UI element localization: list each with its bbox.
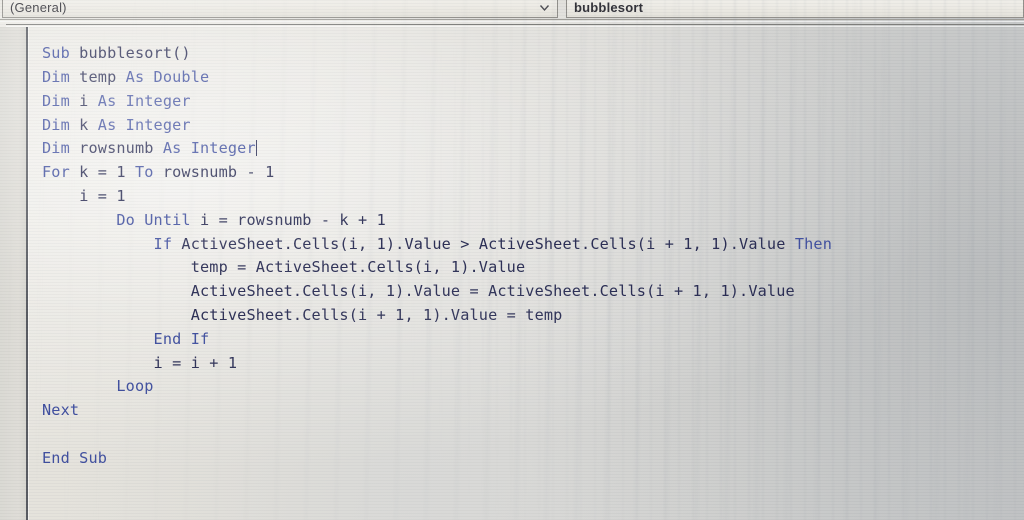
object-dropdown-value: (General) <box>10 0 67 15</box>
code-text: rowsnumb <box>69 139 163 158</box>
code-keyword: Loop <box>116 377 154 396</box>
code-keyword: Next <box>42 401 80 420</box>
code-line[interactable]: ActiveSheet.Cells(i, 1).Value = ActiveSh… <box>42 280 1022 304</box>
code-pane[interactable]: Sub bubblesort() Dim temp As Double Dim i … <box>0 23 1024 520</box>
code-keyword: Then <box>794 234 832 253</box>
code-text: i = 1 <box>79 186 126 205</box>
code-text: k = 1 <box>69 163 135 182</box>
code-line[interactable]: End If <box>42 328 1022 352</box>
code-keyword: Integer <box>125 115 191 134</box>
toolbar-divider-highlight <box>0 21 1024 22</box>
code-keyword: Sub <box>42 44 70 63</box>
code-keyword: End Sub <box>42 448 108 467</box>
code-line[interactable]: End Sub <box>42 447 1022 471</box>
breakpoint-margin[interactable] <box>0 27 26 520</box>
vba-editor-screenshot: (General) bubblesort Sub bubblesort() Dim… <box>0 0 1024 520</box>
code-text: bubblesort() <box>69 44 191 63</box>
code-line[interactable] <box>42 423 1022 447</box>
code-text: temp <box>69 67 126 86</box>
code-line[interactable]: i = 1 <box>42 185 1022 209</box>
procedure-dropdown-value: bubblesort <box>574 0 644 15</box>
code-line[interactable]: ActiveSheet.Cells(i + 1, 1).Value = temp <box>42 304 1022 328</box>
procedure-dropdown[interactable]: bubblesort <box>566 0 1024 18</box>
code-text: ActiveSheet.Cells(i + 1, 1).Value = temp <box>190 305 563 324</box>
chevron-down-icon[interactable] <box>538 1 551 14</box>
code-keyword: As <box>125 67 145 86</box>
code-line[interactable]: Dim temp As Double <box>42 66 1022 90</box>
code-keyword: Double <box>153 67 210 86</box>
code-line[interactable]: Dim i As Integer <box>42 90 1022 114</box>
code-text: ActiveSheet.Cells(i, 1).Value > ActiveSh… <box>172 234 795 253</box>
toolbar-divider <box>0 19 1024 20</box>
code-text: k <box>69 115 98 134</box>
code-pane-top-border <box>6 24 1024 25</box>
code-keyword: End If <box>153 329 210 348</box>
code-line[interactable]: Sub bubblesort() <box>42 42 1022 66</box>
code-keyword: Dim <box>42 67 70 86</box>
code-keyword: As <box>97 115 117 134</box>
code-line[interactable]: Next <box>42 399 1022 423</box>
code-keyword: Dim <box>42 91 70 110</box>
code-line[interactable]: If ActiveSheet.Cells(i, 1).Value > Activ… <box>42 233 1022 257</box>
code-keyword: If <box>153 234 173 253</box>
code-text: i = i + 1 <box>153 353 238 372</box>
code-keyword: As <box>97 91 117 110</box>
text-cursor <box>255 140 257 157</box>
code-line[interactable]: Dim k As Integer <box>42 114 1022 138</box>
code-text: i <box>69 91 98 110</box>
code-text: temp = ActiveSheet.Cells(i, 1).Value <box>190 258 526 277</box>
margin-divider-highlight <box>28 27 29 520</box>
code-keyword: To <box>134 163 154 182</box>
code-line[interactable]: i = i + 1 <box>42 352 1022 376</box>
object-dropdown[interactable]: (General) <box>2 0 558 18</box>
code-keyword: Dim <box>42 115 70 134</box>
code-line[interactable]: temp = ActiveSheet.Cells(i, 1).Value <box>42 256 1022 280</box>
code-keyword: Integer <box>125 91 191 110</box>
code-keyword: As <box>162 139 182 158</box>
code-pane-top-border-highlight <box>6 26 1024 27</box>
code-line[interactable]: Loop <box>42 375 1022 399</box>
code-text: rowsnumb - 1 <box>153 163 275 182</box>
code-line[interactable]: For k = 1 To rowsnumb - 1 <box>42 161 1022 185</box>
code-text: i = rowsnumb - k + 1 <box>190 210 386 229</box>
code-window-toolbar: (General) bubblesort <box>0 0 1024 22</box>
code-keyword: For <box>42 163 70 182</box>
code-text: ActiveSheet.Cells(i, 1).Value = ActiveSh… <box>190 282 795 301</box>
code-keyword: Dim <box>42 139 70 158</box>
code-line[interactable]: Dim rowsnumb As Integer <box>42 137 1022 161</box>
code-keyword: Do Until <box>116 210 191 229</box>
code-text-area[interactable]: Sub bubblesort() Dim temp As Double Dim i … <box>42 42 1022 470</box>
code-keyword: Integer <box>190 139 256 158</box>
code-line[interactable]: Do Until i = rowsnumb - k + 1 <box>42 209 1022 233</box>
